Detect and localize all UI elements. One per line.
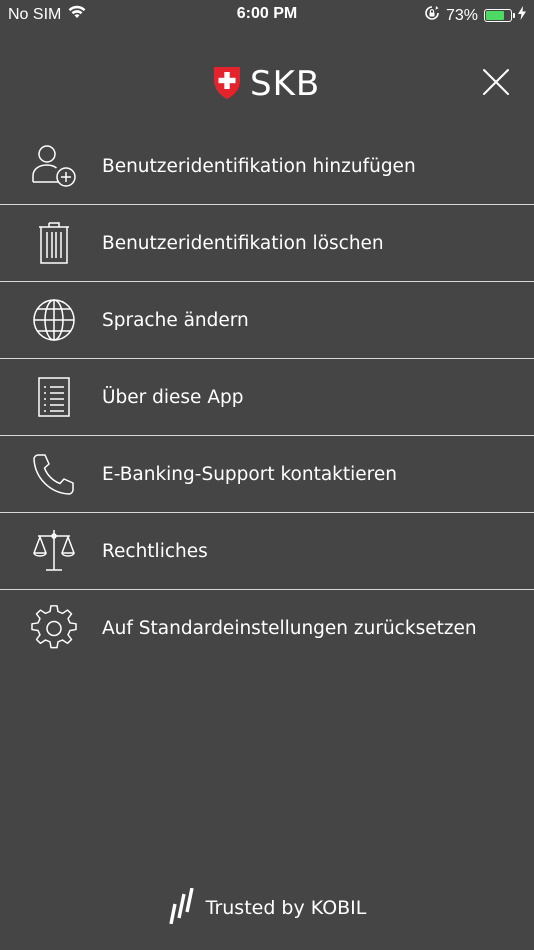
- battery-percent: 73%: [445, 6, 478, 24]
- menu-item-support[interactable]: E-Banking-Support kontaktieren: [0, 436, 534, 513]
- menu-item-language[interactable]: Sprache ändern: [0, 282, 534, 359]
- battery-icon: [484, 9, 515, 22]
- battery-level: [486, 11, 504, 20]
- logo-text: SKB: [250, 64, 321, 104]
- rotation-lock-icon: [424, 5, 440, 26]
- footer-text: Trusted by KOBIL: [205, 897, 367, 919]
- skb-logo: SKB: [212, 64, 320, 104]
- menu-item-label: Sprache ändern: [102, 309, 249, 331]
- phone-icon: [30, 450, 78, 498]
- menu-item-label: Benutzeridentifikation hinzufügen: [102, 155, 416, 177]
- close-icon: [482, 69, 510, 100]
- menu-item-label: Benutzeridentifikation löschen: [102, 232, 384, 254]
- kobil-logo-icon: [168, 887, 196, 928]
- status-bar: No SIM 6:00 PM 73%: [0, 0, 534, 30]
- menu-item-add-user[interactable]: Benutzeridentifikation hinzufügen: [0, 128, 534, 205]
- menu-item-about[interactable]: Über diese App: [0, 359, 534, 436]
- add-user-icon: [30, 142, 78, 190]
- globe-icon: [30, 296, 78, 344]
- menu-item-reset[interactable]: Auf Standardeinstellungen zurücksetzen: [0, 590, 534, 666]
- settings-menu: Benutzeridentifikation hinzufügen Benutz…: [0, 128, 534, 666]
- footer: Trusted by KOBIL: [0, 887, 534, 928]
- menu-item-label: Über diese App: [102, 386, 244, 408]
- scales-icon: [30, 527, 78, 575]
- menu-item-label: Auf Standardeinstellungen zurücksetzen: [102, 617, 477, 639]
- status-right: 73%: [424, 5, 526, 26]
- gear-icon: [30, 604, 78, 652]
- document-list-icon: [30, 373, 78, 421]
- close-button[interactable]: [482, 68, 510, 96]
- charging-icon: [518, 6, 526, 25]
- menu-item-legal[interactable]: Rechtliches: [0, 513, 534, 590]
- header: SKB: [0, 60, 534, 104]
- menu-item-label: E-Banking-Support kontaktieren: [102, 463, 397, 485]
- menu-item-delete-user[interactable]: Benutzeridentifikation löschen: [0, 205, 534, 282]
- swiss-shield-icon: [212, 64, 242, 104]
- trash-icon: [30, 219, 78, 267]
- menu-item-label: Rechtliches: [102, 540, 208, 562]
